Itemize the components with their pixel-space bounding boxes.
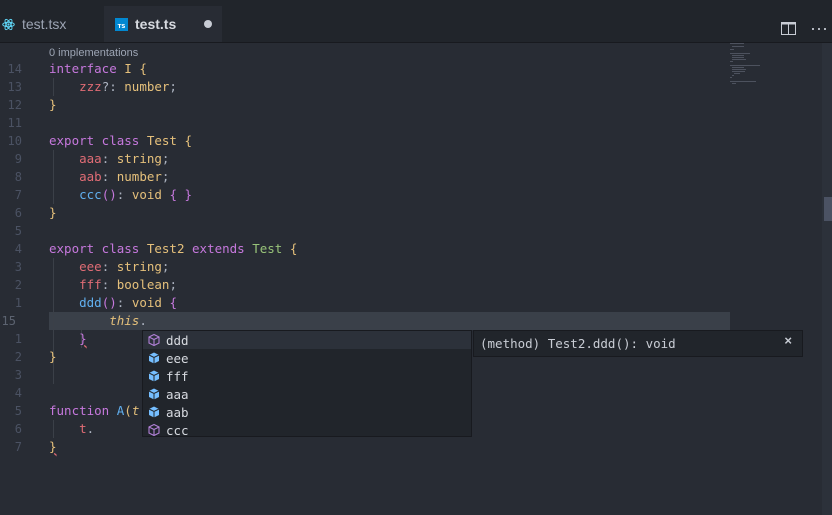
tab-test-tsx[interactable]: test.tsx bbox=[0, 6, 103, 42]
field-icon bbox=[147, 387, 161, 401]
code-line: 3 eee: string; bbox=[14, 259, 170, 274]
close-icon[interactable]: × bbox=[784, 333, 792, 348]
field-icon bbox=[147, 369, 161, 383]
scrollbar-thumb[interactable] bbox=[824, 197, 832, 221]
code-line: 9 aaa: string; bbox=[14, 151, 170, 166]
code-editor[interactable]: 0 implementations 14 interface I { 13 zzz… bbox=[0, 43, 832, 515]
suggest-item[interactable]: eee bbox=[143, 349, 471, 367]
tab-label: test.ts bbox=[135, 16, 177, 32]
suggest-item[interactable]: fff bbox=[143, 367, 471, 385]
code-line: 4 export class Test2 extends Test { bbox=[14, 241, 298, 256]
suggest-item[interactable]: aaa bbox=[143, 385, 471, 403]
tab-label: test.tsx bbox=[22, 16, 67, 32]
react-icon bbox=[2, 18, 15, 31]
tab-bar: test.tsx TS test.ts ··· bbox=[0, 6, 832, 43]
suggest-item[interactable]: ddd bbox=[143, 331, 471, 349]
code-line: 1 ddd(): void { bbox=[14, 295, 177, 310]
code-line: 7 ccc(): void { } bbox=[14, 187, 193, 202]
method-icon bbox=[147, 423, 161, 437]
vertical-scrollbar[interactable] bbox=[822, 43, 832, 515]
code-line: 14 interface I { bbox=[7, 61, 147, 76]
suggest-item[interactable]: aab bbox=[143, 403, 471, 421]
suggest-detail-signature: (method) Test2.ddd(): void bbox=[480, 336, 676, 351]
code-line: 6} bbox=[14, 205, 57, 220]
more-actions-icon[interactable]: ··· bbox=[810, 14, 828, 42]
code-line: 11 bbox=[7, 116, 22, 130]
suggest-details: (method) Test2.ddd(): void × bbox=[473, 330, 803, 357]
unsaved-dot-icon[interactable] bbox=[204, 20, 212, 28]
suggest-item[interactable]: ccc bbox=[143, 421, 471, 439]
method-icon bbox=[147, 333, 161, 347]
svg-text:TS: TS bbox=[118, 24, 126, 30]
code-line: 2 fff: boolean; bbox=[14, 277, 177, 292]
codelens-implementations[interactable]: 0 implementations bbox=[49, 45, 138, 61]
code-line: 10 export class Test { bbox=[7, 133, 193, 148]
field-icon bbox=[147, 351, 161, 365]
code-line-current: 15 this. bbox=[1, 313, 147, 328]
typescript-icon: TS bbox=[115, 17, 128, 31]
minimap[interactable] bbox=[728, 43, 822, 515]
suggest-widget[interactable]: ddd eee fff aaa aab ccc bbox=[142, 330, 472, 439]
code-line: 5 bbox=[14, 224, 22, 238]
tab-test-ts[interactable]: TS test.ts bbox=[104, 6, 222, 42]
code-line: 7} bbox=[14, 439, 57, 454]
code-line: 12} bbox=[7, 97, 57, 112]
code-line: 13 zzz?: number; bbox=[7, 79, 177, 94]
field-icon bbox=[147, 405, 161, 419]
split-editor-icon[interactable] bbox=[781, 22, 797, 38]
code-line: 8 aab: number; bbox=[14, 169, 170, 184]
